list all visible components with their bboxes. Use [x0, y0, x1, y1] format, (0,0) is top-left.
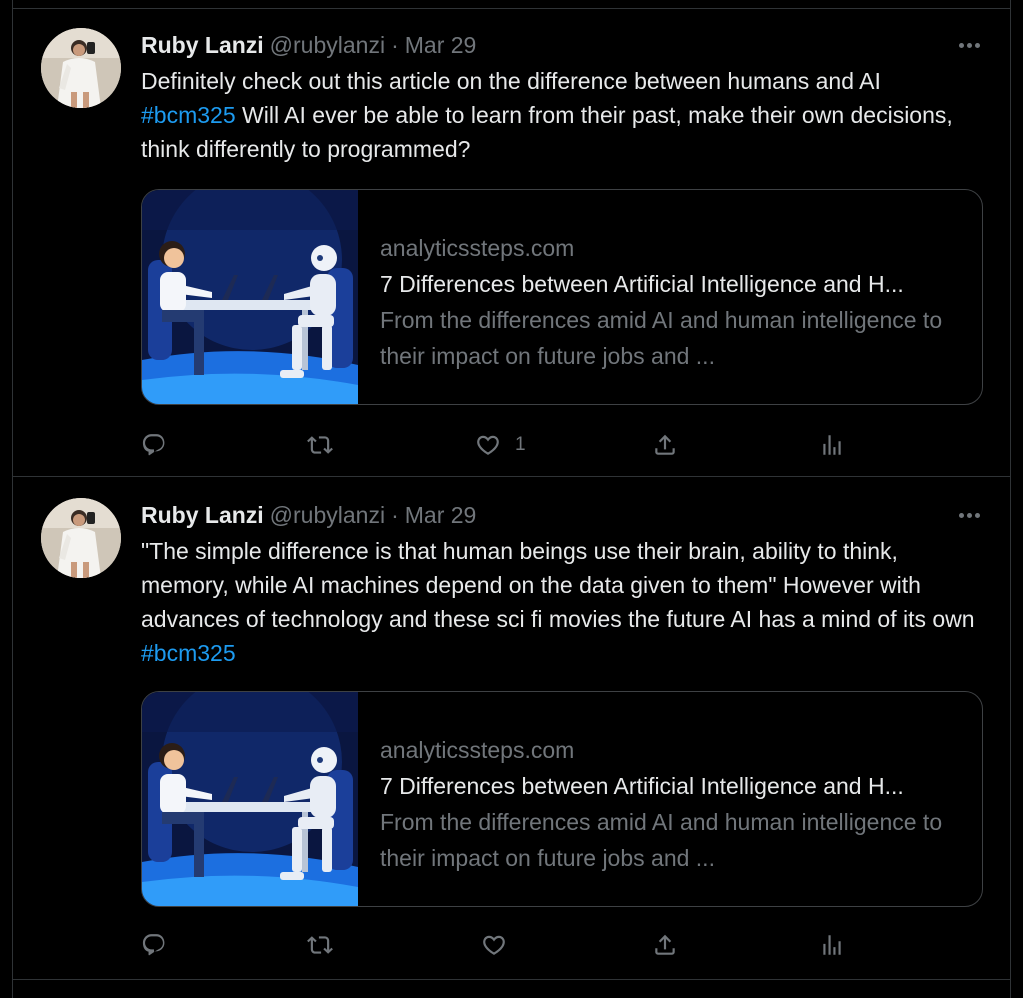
card-title: 7 Differences between Artificial Intelli…	[380, 773, 904, 799]
card-description: From the differences amid AI and human i…	[380, 809, 943, 871]
more-icon[interactable]	[956, 498, 980, 532]
card-domain: analyticssteps.com	[380, 235, 575, 261]
action-bar: 1	[141, 425, 980, 465]
reply-icon	[141, 432, 167, 458]
tweet-date[interactable]: Mar 29	[405, 32, 477, 59]
analytics-button[interactable]	[819, 925, 845, 965]
tweet-header: Ruby Lanzi @rubylanzi · Mar 29	[141, 28, 980, 62]
timeline: Ruby Lanzi @rubylanzi · Mar 29 Definitel…	[12, 0, 1011, 998]
more-icon[interactable]	[956, 28, 980, 62]
retweet-button[interactable]	[307, 925, 347, 965]
reply-icon	[141, 932, 167, 958]
author-name[interactable]: Ruby Lanzi	[141, 32, 264, 59]
author-name[interactable]: Ruby Lanzi	[141, 502, 264, 529]
share-icon	[652, 932, 678, 958]
analytics-icon	[819, 932, 845, 958]
avatar[interactable]	[41, 498, 121, 578]
like-button[interactable]	[481, 925, 521, 965]
separator: ·	[391, 31, 399, 58]
separator: ·	[391, 501, 399, 528]
tweet[interactable]: Ruby Lanzi @rubylanzi · Mar 29 Definitel…	[13, 9, 1010, 477]
action-bar	[141, 925, 980, 965]
tweet-text: "The simple difference is that human bei…	[141, 534, 981, 670]
avatar[interactable]	[41, 28, 121, 108]
avatar-image	[41, 498, 121, 578]
card-domain: analyticssteps.com	[380, 737, 575, 763]
card-title: 7 Differences between Artificial Intelli…	[380, 271, 904, 297]
analytics-icon	[819, 432, 845, 458]
avatar-image	[41, 28, 121, 108]
share-button[interactable]	[652, 925, 678, 965]
card-thumbnail	[142, 692, 358, 907]
card-thumbnail	[142, 190, 358, 405]
retweet-button[interactable]	[307, 425, 347, 465]
tweet[interactable]: Ruby Lanzi @rubylanzi · Mar 29 "The simp…	[13, 477, 1010, 980]
tweet-header: Ruby Lanzi @rubylanzi · Mar 29	[141, 498, 980, 532]
retweet-icon	[307, 432, 333, 458]
share-icon	[652, 432, 678, 458]
author-handle[interactable]: @rubylanzi	[270, 32, 385, 59]
reply-button[interactable]	[141, 925, 181, 965]
tweet-text-segment: Definitely check out this article on the…	[141, 68, 881, 94]
like-icon	[475, 432, 501, 458]
link-card[interactable]: analyticssteps.com 7 Differences between…	[141, 691, 983, 907]
retweet-icon	[307, 932, 333, 958]
reply-button[interactable]	[141, 425, 181, 465]
analytics-button[interactable]	[819, 425, 845, 465]
card-description: From the differences amid AI and human i…	[380, 307, 943, 369]
author-handle[interactable]: @rubylanzi	[270, 502, 385, 529]
tweet-text: Definitely check out this article on the…	[141, 64, 971, 166]
share-button[interactable]	[652, 425, 678, 465]
like-icon	[481, 932, 507, 958]
hashtag-link[interactable]: #bcm325	[141, 102, 236, 128]
hashtag-link[interactable]: #bcm325	[141, 640, 236, 666]
tweet-text-segment: "The simple difference is that human bei…	[141, 538, 975, 632]
like-button[interactable]: 1	[475, 425, 526, 465]
tweet-text-segment: Will AI ever be able to learn from their…	[141, 102, 953, 162]
like-count: 1	[515, 434, 526, 455]
link-card[interactable]: analyticssteps.com 7 Differences between…	[141, 189, 983, 405]
tweet-date[interactable]: Mar 29	[405, 502, 477, 529]
